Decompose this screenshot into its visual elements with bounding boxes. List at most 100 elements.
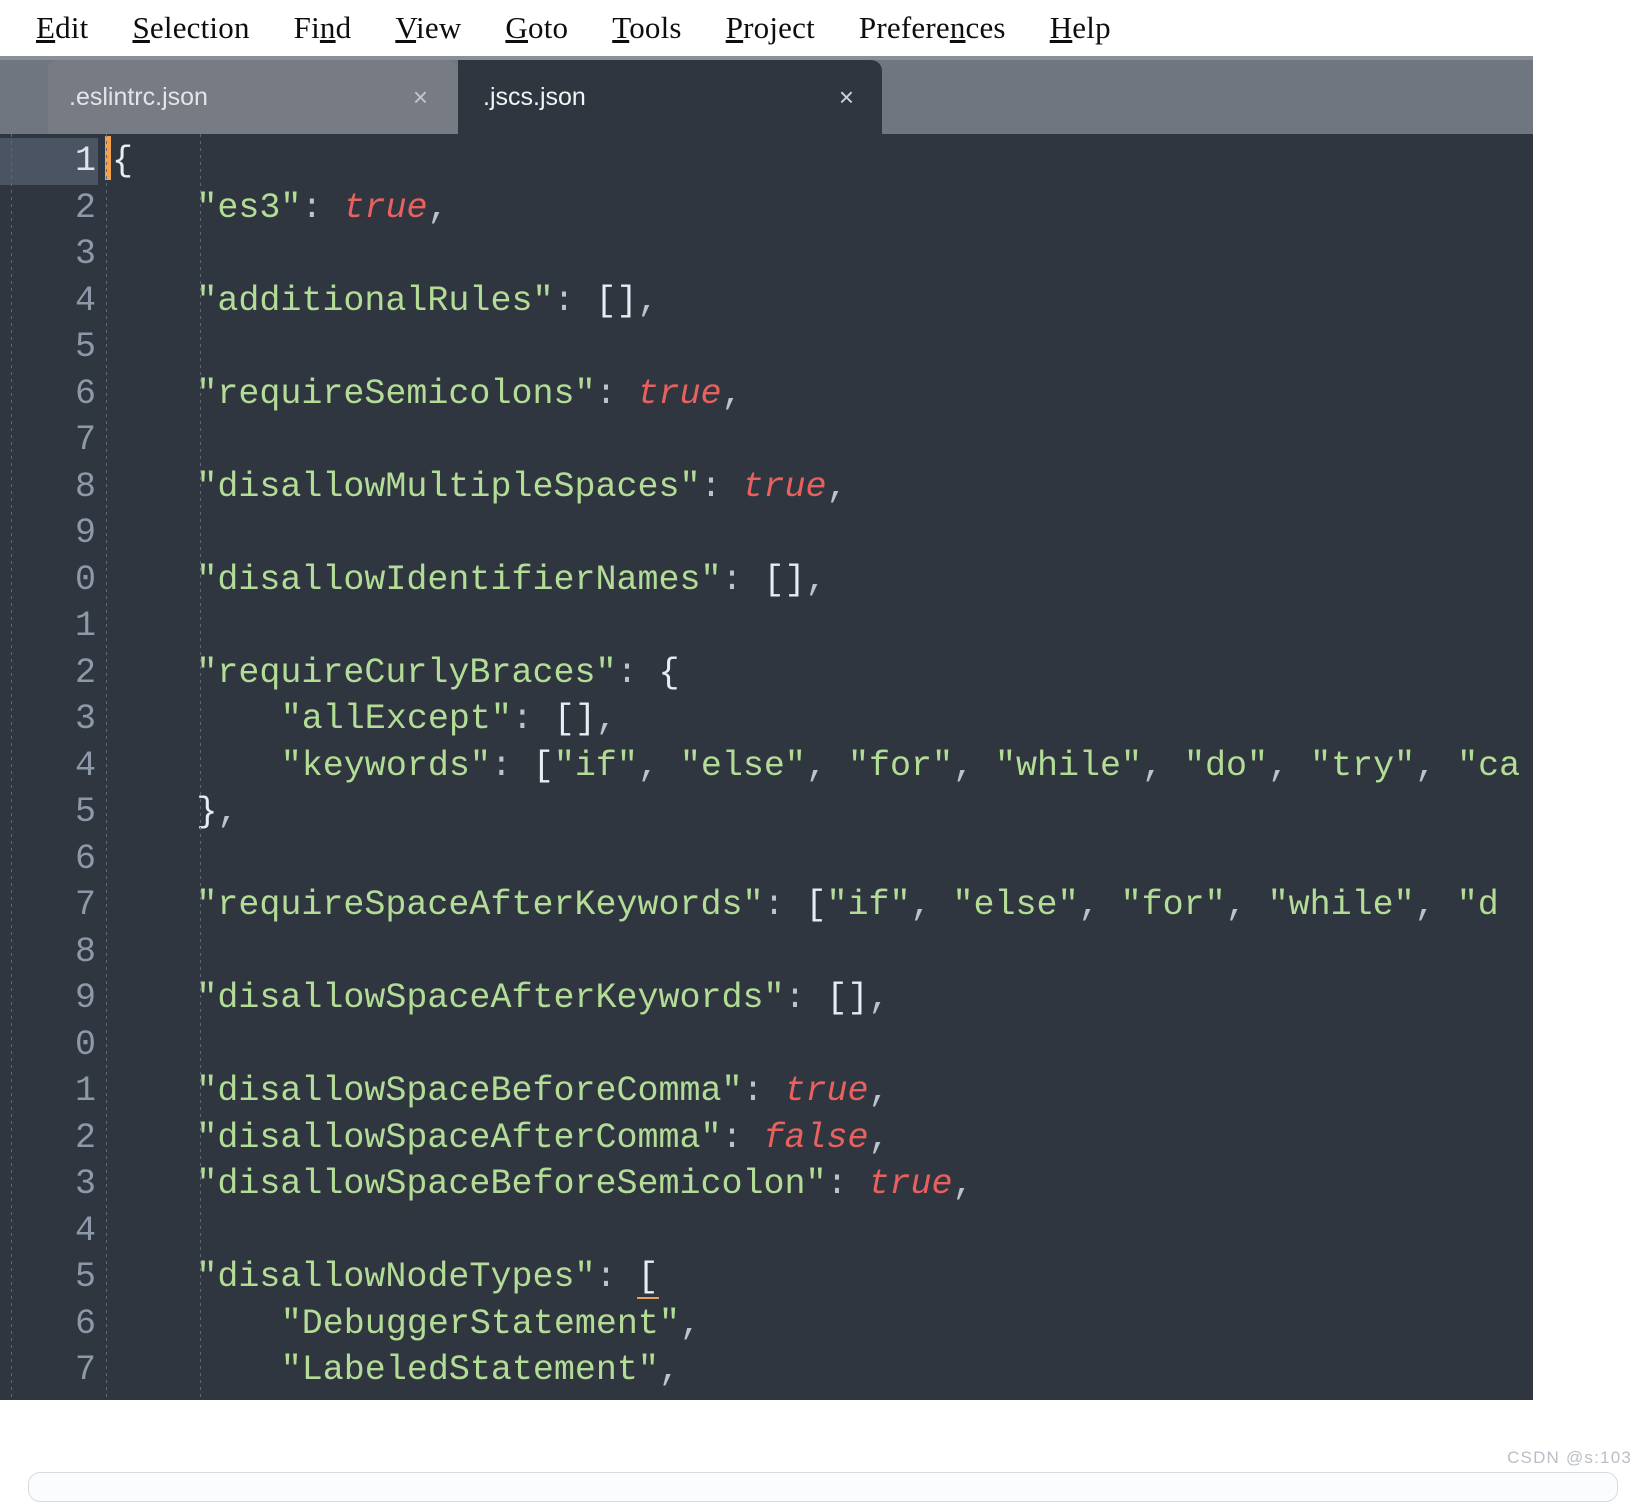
code-line[interactable]: "disallowSpaceAfterComma": false, xyxy=(196,1115,889,1162)
code-token: , xyxy=(826,466,848,507)
indent-guide-2 xyxy=(200,134,201,1400)
menu-label-post: election xyxy=(149,10,250,45)
line-number: 6 xyxy=(74,838,96,879)
menu-mnemonic: E xyxy=(36,10,56,45)
code-line[interactable]: "disallowSpaceBeforeComma": true, xyxy=(196,1068,889,1115)
code-token: : xyxy=(763,885,806,925)
line-number: 0 xyxy=(74,1024,96,1065)
code-line[interactable]: "disallowNodeTypes": [ xyxy=(196,1254,659,1301)
line-number: 5 xyxy=(74,327,96,367)
line-number: 6 xyxy=(74,1303,96,1344)
code-token: "for" xyxy=(1120,885,1226,925)
tab-label: .eslintrc.json xyxy=(69,82,208,111)
menu-mnemonic: S xyxy=(132,10,150,45)
menu-item-view[interactable]: View xyxy=(395,10,461,46)
bottom-panel xyxy=(28,1472,1618,1502)
line-number: 3 xyxy=(74,1164,96,1204)
code-token: "LabeledStatement" xyxy=(280,1350,659,1390)
code-line[interactable]: "requireCurlyBraces": { xyxy=(196,650,679,697)
code-token: , xyxy=(1414,885,1457,925)
code-token: : xyxy=(616,652,659,693)
code-token: "es3" xyxy=(196,187,302,228)
code-line[interactable]: "requireSpaceAfterKeywords": ["if", "els… xyxy=(196,882,1498,929)
code-token: , xyxy=(952,745,995,786)
code-token: "disallowSpaceBeforeComma" xyxy=(196,1071,743,1111)
code-token: "keywords" xyxy=(280,745,491,786)
code-token: , xyxy=(721,373,743,414)
line-number: 4 xyxy=(74,745,96,786)
code-line[interactable]: "es3": true, xyxy=(196,185,448,232)
code-token: "ca xyxy=(1457,745,1521,786)
code-token: "disallowSpaceAfterKeywords" xyxy=(196,978,785,1018)
line-number: 6 xyxy=(74,373,96,414)
line-number: 3 xyxy=(74,699,96,739)
menu-label-post: d xyxy=(335,10,352,45)
code-line[interactable]: "LabeledStatement", xyxy=(281,1347,680,1394)
code-line[interactable]: }, xyxy=(196,789,238,836)
tab-bar: .eslintrc.json × .jscs.json × xyxy=(0,56,1533,134)
line-number-gutter: 123456789012345678901234567 xyxy=(0,134,98,1400)
line-number: 0 xyxy=(74,559,96,600)
code-token: , xyxy=(805,745,848,786)
code-token: "for" xyxy=(847,745,953,786)
code-line[interactable]: "requireSemicolons": true, xyxy=(196,371,742,418)
line-number: 4 xyxy=(74,1210,96,1251)
code-token: "while" xyxy=(995,745,1143,786)
menu-item-edit[interactable]: Edit xyxy=(36,10,88,46)
code-line[interactable]: "keywords": ["if", "else", "for", "while… xyxy=(281,743,1520,790)
line-number: 1 xyxy=(74,1071,96,1111)
code-content[interactable]: { "es3": true, "additionalRules": [], "requ… xyxy=(98,134,1533,1400)
tab-eslintrc-json[interactable]: .eslintrc.json × xyxy=(48,60,458,134)
tab-jscs-json[interactable]: .jscs.json × xyxy=(458,60,882,134)
code-token: true xyxy=(742,466,827,507)
menu-mnemonic: H xyxy=(1049,10,1073,45)
code-token: , xyxy=(1078,885,1121,925)
line-number: 1 xyxy=(0,138,98,185)
code-line[interactable]: "disallowSpaceAfterKeywords": [], xyxy=(196,975,889,1022)
menu-item-project[interactable]: Project xyxy=(726,10,815,46)
menu-label-post: dit xyxy=(55,10,89,45)
menu-item-selection[interactable]: Selection xyxy=(132,10,249,46)
menu-label-post: ces xyxy=(965,10,1006,45)
code-token: [] xyxy=(553,699,596,739)
code-line[interactable]: "disallowMultipleSpaces": true, xyxy=(196,464,847,511)
code-token: : xyxy=(595,373,638,414)
line-number: 5 xyxy=(74,1257,96,1297)
code-token: [ xyxy=(637,1257,659,1299)
menu-item-tools[interactable]: Tools xyxy=(612,10,681,46)
menu-item-find[interactable]: Find xyxy=(294,10,352,46)
code-token: : xyxy=(301,187,344,228)
code-token: , xyxy=(679,1303,701,1344)
line-number: 8 xyxy=(74,931,96,972)
code-token: [] xyxy=(826,978,869,1018)
code-line[interactable]: "additionalRules": [], xyxy=(196,278,658,325)
line-number: 7 xyxy=(74,885,96,925)
menu-mnemonic: n xyxy=(319,10,336,45)
code-token: "d xyxy=(1456,885,1499,925)
menu-item-preferences[interactable]: Preferences xyxy=(859,10,1006,46)
line-number: 5 xyxy=(74,792,96,832)
close-icon[interactable]: × xyxy=(413,84,428,110)
code-token: [ xyxy=(805,885,827,925)
code-line[interactable]: "allExcept": [], xyxy=(281,696,617,743)
code-token: , xyxy=(1415,745,1458,786)
code-token: "try" xyxy=(1310,745,1416,786)
code-line[interactable]: "disallowSpaceBeforeSemicolon": true, xyxy=(196,1161,973,1208)
code-token: : xyxy=(721,1117,764,1158)
menu-item-goto[interactable]: Goto xyxy=(505,10,568,46)
code-line[interactable]: "disallowIdentifierNames": [], xyxy=(196,557,826,604)
code-token: , xyxy=(1142,745,1185,786)
code-token: "requireSemicolons" xyxy=(196,373,596,414)
code-token: : xyxy=(700,466,743,507)
code-token: [ xyxy=(532,745,554,786)
code-token: , xyxy=(427,187,449,228)
menu-item-help[interactable]: Help xyxy=(1050,10,1111,46)
code-line[interactable]: "DebuggerStatement", xyxy=(281,1301,701,1348)
menu-label-pre: Prefere xyxy=(858,10,950,45)
code-token: "else" xyxy=(679,745,806,786)
code-line[interactable]: { xyxy=(112,138,133,185)
menu-label-post: roject xyxy=(743,10,815,45)
code-editor-surface[interactable]: 123456789012345678901234567 {"es3": true… xyxy=(0,134,1533,1400)
indent-guide-1 xyxy=(106,134,107,1400)
close-icon[interactable]: × xyxy=(839,84,854,110)
